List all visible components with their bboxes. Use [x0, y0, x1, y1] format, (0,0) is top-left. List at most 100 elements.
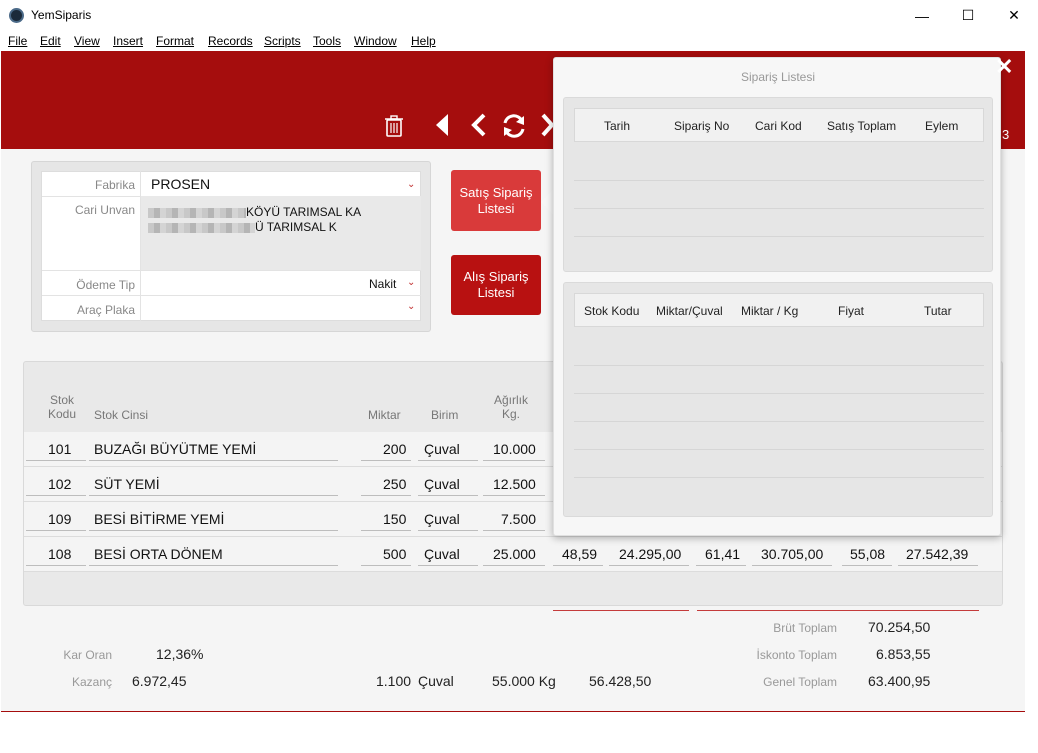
cari-unvan-line1: KÖYÜ TARIMSAL KA [148, 205, 361, 219]
row-divider [574, 180, 984, 181]
menu-format[interactable]: Format [156, 34, 194, 48]
kazanc-label: Kazanç [71, 675, 112, 689]
cell-underline [752, 565, 832, 566]
iskonto-toplam-label: İskonto Toplam [756, 648, 838, 662]
menu-edit[interactable]: Edit [40, 34, 61, 48]
cell-underline [26, 460, 86, 461]
col-tarih: Tarih [604, 119, 631, 133]
row-divider [574, 421, 984, 422]
sum-birim: Çuval [418, 673, 454, 689]
cell-value: 24.295,00 [619, 546, 682, 562]
window-title: YemSiparis [31, 8, 92, 22]
menu-view[interactable]: View [74, 34, 100, 48]
cell-agirlik: 25.000 [493, 546, 536, 562]
arac-chevron-down-icon[interactable]: ⌄ [407, 301, 415, 312]
cell-underline [361, 495, 411, 496]
maximize-button[interactable]: ☐ [945, 0, 991, 31]
cari-unvan-text1: KÖYÜ TARIMSAL KA [246, 205, 362, 219]
redacted-text [148, 207, 246, 218]
menu-records[interactable]: Records [208, 34, 253, 48]
cell-underline [418, 460, 478, 461]
cell-miktar[interactable]: 500 [383, 546, 406, 562]
col-fiyat: Fiyat [838, 304, 865, 318]
arac-plaka-label: Araç Plaka [76, 303, 135, 317]
cell-underline [483, 460, 545, 461]
table-row[interactable]: 108 BESİ ORTA DÖNEM 500 Çuval 25.000 48,… [24, 537, 1002, 572]
col-siparis-no: Sipariş No [674, 119, 730, 133]
first-record-icon[interactable] [435, 113, 449, 137]
orders-panel: Tarih Sipariş No Cari Kod Satış Toplam E… [563, 97, 993, 272]
cell-underline [89, 460, 338, 461]
cell-underline [418, 565, 478, 566]
trash-icon[interactable] [384, 115, 404, 137]
footer-area [1, 712, 1025, 753]
cell-miktar[interactable]: 200 [383, 441, 406, 457]
cell-stok-cinsi: BESİ ORTA DÖNEM [94, 546, 223, 562]
cell-stok-cinsi: SÜT YEMİ [94, 476, 160, 492]
minimize-button[interactable]: — [899, 0, 945, 31]
menu-file[interactable]: File [8, 34, 27, 48]
prev-record-icon[interactable] [471, 113, 487, 137]
cell-value: 48,59 [562, 546, 598, 562]
total-divider [697, 610, 979, 611]
menu-window[interactable]: Window [354, 34, 397, 48]
fabrika-chevron-down-icon[interactable]: ⌄ [407, 179, 415, 190]
cell-underline [26, 495, 86, 496]
popup-close-icon[interactable]: ✕ [995, 54, 1013, 80]
cell-value: 55,08 [850, 546, 886, 562]
alis-siparis-listesi-button[interactable]: Alış Sipariş Listesi [451, 255, 541, 315]
kar-oran-value: 12,36% [156, 646, 204, 662]
menu-insert[interactable]: Insert [113, 34, 143, 48]
sum-other: 56.428,50 [589, 673, 652, 689]
total-divider [553, 610, 689, 611]
redacted-text [148, 222, 255, 233]
menu-bar: File Edit View Insert Format Records Scr… [0, 31, 1038, 51]
cell-underline [842, 565, 892, 566]
sum-miktar: 1.100 [376, 673, 412, 689]
cell-underline [483, 530, 545, 531]
header-stok-cinsi: Stok Cinsi [94, 408, 149, 422]
header-stok-kodu: Stok Kodu [47, 393, 77, 421]
col-eylem: Eylem [925, 119, 959, 133]
menu-tools[interactable]: Tools [313, 34, 341, 48]
close-button[interactable]: ✕ [991, 0, 1037, 31]
popup-title: Sipariş Listesi [740, 70, 816, 84]
fabrika-label: Fabrika [94, 178, 135, 192]
menu-help[interactable]: Help [411, 34, 436, 48]
cell-underline [696, 565, 746, 566]
brut-toplam-value: 70.254,50 [868, 619, 931, 635]
kar-oran-label: Kar Oran [63, 648, 112, 662]
cell-underline [361, 460, 411, 461]
col-cari-kod: Cari Kod [755, 119, 802, 133]
cell-miktar[interactable]: 150 [383, 511, 406, 527]
satis-siparis-listesi-button[interactable]: Satış Sipariş Listesi [451, 170, 541, 231]
cell-stok-kodu: 101 [48, 441, 72, 457]
col-stok-kodu: Stok Kodu [584, 304, 640, 318]
fabrika-select[interactable]: PROSEN [151, 176, 210, 192]
cell-underline [89, 495, 338, 496]
cell-agirlik: 7.500 [501, 511, 537, 527]
odeme-chevron-down-icon[interactable]: ⌄ [407, 277, 415, 288]
cell-underline [483, 495, 545, 496]
menu-scripts[interactable]: Scripts [264, 34, 301, 48]
cell-value: 61,41 [705, 546, 741, 562]
col-satis-toplam: Satış Toplam [827, 119, 897, 133]
refresh-icon[interactable] [501, 113, 527, 139]
cell-miktar[interactable]: 250 [383, 476, 406, 492]
row-divider [574, 393, 984, 394]
cell-stok-kodu: 109 [48, 511, 72, 527]
cell-underline [361, 565, 411, 566]
odeme-tip-label: Ödeme Tip [76, 278, 135, 292]
cari-unvan-text2: Ü TARIMSAL K [255, 220, 337, 234]
cell-value: 27.542,39 [906, 546, 969, 562]
cell-underline [89, 565, 338, 566]
cell-agirlik: 10.000 [493, 441, 536, 457]
header-agirlik: Ağırlık Kg. [493, 393, 528, 421]
col-miktar-cuval: Miktar/Çuval [656, 304, 723, 318]
cari-unvan-label: Cari Unvan [74, 203, 135, 217]
cell-underline [609, 565, 689, 566]
cari-unvan-line2: Ü TARIMSAL K [148, 220, 337, 234]
cell-birim: Çuval [424, 476, 460, 492]
odeme-tip-select[interactable]: Nakit [369, 277, 396, 291]
iskonto-toplam-value: 6.853,55 [876, 646, 931, 662]
